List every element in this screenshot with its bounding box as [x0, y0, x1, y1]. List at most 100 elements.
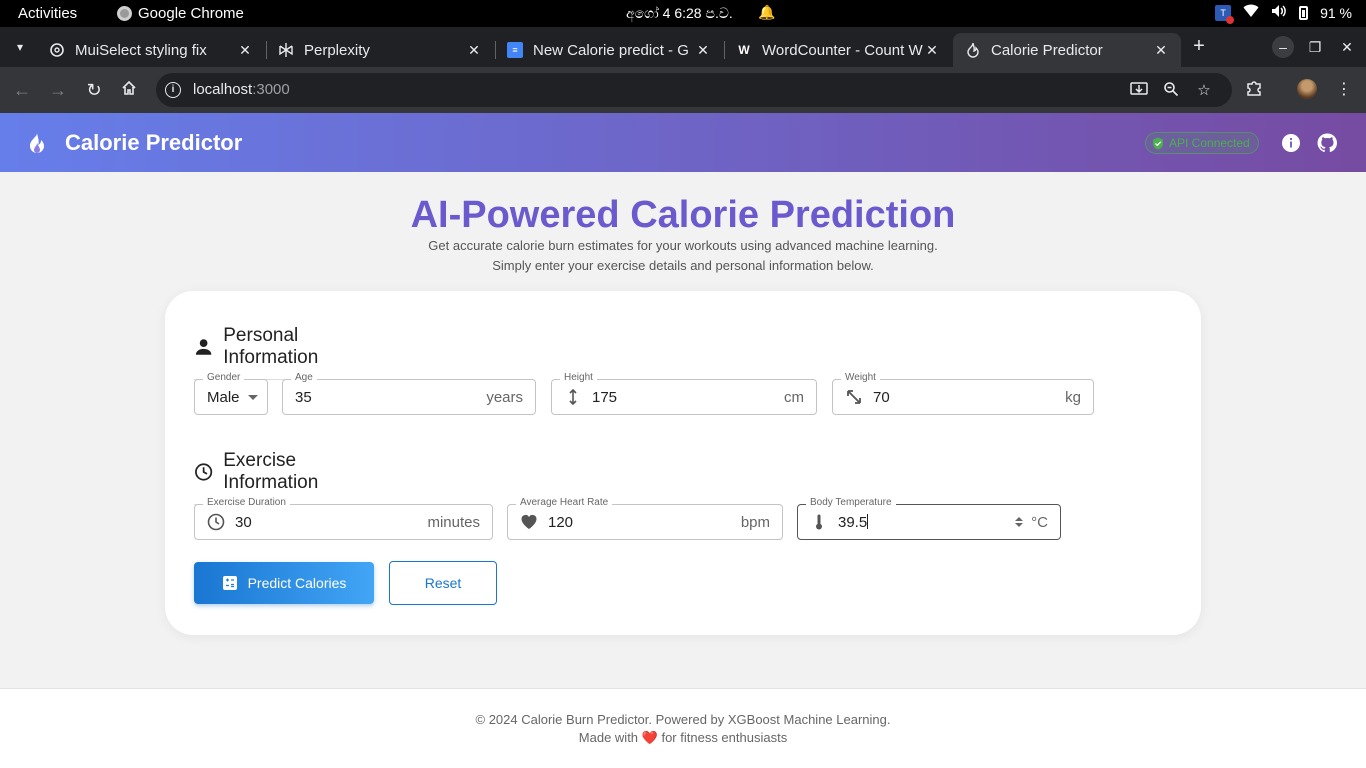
height-input[interactable]: Height 175 cm	[551, 372, 817, 415]
exercise-info-heading-text: Exercise Information	[223, 450, 319, 493]
weight-unit: kg	[1065, 388, 1081, 406]
api-status-badge: API Connected	[1145, 132, 1259, 154]
weight-expand-icon	[847, 390, 861, 404]
age-input[interactable]: Age 35 years	[282, 372, 536, 415]
tab-title: WordCounter - Count W	[762, 41, 923, 59]
extensions-puzzle-icon[interactable]	[1243, 79, 1265, 101]
exercise-duration-input[interactable]: Exercise Duration 30 minutes	[194, 497, 493, 540]
system-clock[interactable]: අගෝ 4 6:28 ප.ව.	[626, 5, 733, 22]
body-temperature-unit: °C	[1031, 513, 1048, 531]
clock-icon	[207, 513, 225, 531]
bookmark-star-icon[interactable]: ☆	[1195, 81, 1213, 99]
age-unit: years	[486, 388, 523, 406]
reset-button[interactable]: Reset	[389, 561, 497, 605]
install-app-icon[interactable]	[1130, 81, 1148, 99]
calculator-icon	[222, 576, 237, 590]
openai-icon	[49, 42, 65, 58]
heart-rate-unit: bpm	[740, 513, 770, 531]
tab-search-chevron-icon[interactable]: ▾	[10, 37, 30, 57]
hero-title: AI-Powered Calorie Prediction	[410, 194, 956, 236]
heart-rate-label: Average Heart Rate	[516, 497, 613, 508]
minimize-window-icon[interactable]: –	[1272, 36, 1294, 58]
body-temperature-value: 39.5	[838, 513, 869, 531]
notification-bell-icon[interactable]: 🔔	[758, 4, 775, 21]
hero-subtitle-line-1: Get accurate calorie burn estimates for …	[428, 238, 938, 253]
github-icon[interactable]	[1315, 131, 1339, 155]
volume-icon	[1271, 4, 1287, 21]
address-bar[interactable]: i localhost:3000 ☆	[156, 73, 1232, 107]
system-top-bar: Activities Google Chrome අගෝ 4 6:28 ප.ව.…	[0, 0, 1366, 27]
teams-tray-icon[interactable]: T	[1215, 4, 1235, 24]
weight-label: Weight	[841, 372, 880, 383]
system-tray[interactable]: T 91 %	[1215, 4, 1352, 24]
browser-tab-1[interactable]: MuiSelect styling fix ✕	[37, 33, 265, 67]
tab-close-icon[interactable]: ✕	[924, 42, 940, 59]
app-header: Calorie Predictor API Connected	[0, 113, 1366, 172]
home-icon[interactable]	[118, 79, 140, 101]
height-value: 175	[592, 388, 618, 406]
wifi-icon	[1243, 4, 1259, 21]
browser-tab-3[interactable]: ≡ New Calorie predict - G ✕	[495, 33, 723, 67]
thermometer-icon	[816, 514, 822, 530]
gender-label: Gender	[203, 372, 245, 383]
chevron-down-icon	[247, 394, 258, 400]
predict-calories-label: Predict Calories	[247, 575, 347, 591]
google-docs-icon: ≡	[507, 42, 523, 58]
activities-button[interactable]: Activities	[18, 5, 77, 22]
new-tab-plus-icon[interactable]: +	[1188, 35, 1210, 58]
flame-logo-icon	[30, 132, 44, 153]
person-icon	[195, 339, 212, 355]
body-temperature-label: Body Temperature	[806, 497, 896, 508]
active-app-name: Google Chrome	[138, 5, 244, 22]
tab-close-icon[interactable]: ✕	[466, 42, 482, 59]
body-temperature-input[interactable]: Body Temperature 39.5 °C	[797, 497, 1061, 540]
clock-icon	[195, 463, 213, 481]
browser-tab-2[interactable]: Perplexity ✕	[266, 33, 494, 67]
age-value: 35	[295, 388, 312, 406]
tab-title: New Calorie predict - G	[533, 41, 689, 59]
heart-rate-input[interactable]: Average Heart Rate 120 bpm	[507, 497, 783, 540]
hero-subtitle-line-2: Simply enter your exercise details and p…	[492, 258, 874, 273]
site-info-icon[interactable]: i	[165, 82, 181, 98]
tab-title: MuiSelect styling fix	[75, 41, 207, 59]
info-icon[interactable]	[1279, 131, 1303, 155]
tab-title: Calorie Predictor	[991, 41, 1103, 59]
height-label: Height	[560, 372, 597, 383]
reset-label: Reset	[424, 575, 462, 591]
active-app-menu[interactable]: Google Chrome	[117, 5, 244, 22]
chrome-menu-kebab-icon[interactable]: ⋮	[1333, 79, 1355, 101]
footer-copyright: © 2024 Calorie Burn Predictor. Powered b…	[475, 712, 891, 727]
flame-icon	[965, 42, 981, 58]
zoom-icon[interactable]	[1162, 81, 1180, 99]
maximize-window-icon[interactable]: ❐	[1304, 36, 1326, 58]
shield-check-icon	[1153, 137, 1163, 149]
profile-avatar[interactable]	[1297, 79, 1317, 99]
app-brand-title[interactable]: Calorie Predictor	[65, 130, 242, 156]
age-label: Age	[291, 372, 317, 383]
api-status-text: API Connected	[1169, 136, 1250, 150]
number-spinner-icon[interactable]	[1015, 517, 1024, 527]
heart-rate-value: 120	[548, 513, 574, 531]
tab-close-icon[interactable]: ✕	[1153, 42, 1169, 59]
forward-arrow-icon[interactable]: →	[47, 79, 69, 101]
weight-input[interactable]: Weight 70 kg	[832, 372, 1094, 415]
predict-calories-button[interactable]: Predict Calories	[194, 562, 374, 604]
browser-tab-4[interactable]: W WordCounter - Count W ✕	[724, 33, 952, 67]
battery-percentage: 91 %	[1320, 4, 1352, 21]
tab-close-icon[interactable]: ✕	[237, 42, 253, 59]
browser-tab-strip: ▾ MuiSelect styling fix ✕ Perplexity ✕ ≡…	[0, 27, 1366, 67]
footer-tagline: Made with ❤️ for fitness enthusiasts	[578, 730, 788, 745]
close-window-icon[interactable]: ✕	[1336, 36, 1358, 58]
gender-select[interactable]: Gender Male	[194, 372, 268, 415]
weight-value: 70	[873, 388, 890, 406]
battery-icon	[1299, 5, 1309, 20]
height-arrows-icon	[569, 388, 577, 406]
exercise-duration-label: Exercise Duration	[203, 497, 290, 508]
browser-tab-5-active[interactable]: Calorie Predictor ✕	[953, 33, 1181, 67]
tab-close-icon[interactable]: ✕	[695, 42, 711, 59]
back-arrow-icon[interactable]: ←	[11, 79, 33, 101]
reload-icon[interactable]: ↻	[83, 79, 105, 101]
browser-toolbar: ← → ↻ i localhost:3000 ☆ ⋮	[0, 67, 1366, 113]
height-unit: cm	[784, 388, 804, 406]
heart-emoji-icon: ❤️	[641, 730, 658, 745]
